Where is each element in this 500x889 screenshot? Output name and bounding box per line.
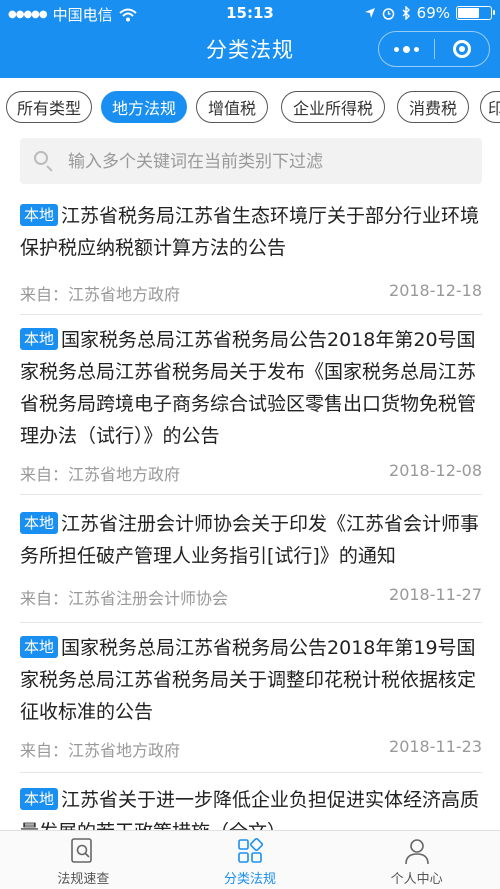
status-bar: ●●●●● 中国电信 15:13 69% bbox=[0, 0, 500, 26]
bottom-tab-quick-search[interactable]: 法规速查 bbox=[0, 831, 167, 889]
battery-icon bbox=[456, 6, 495, 20]
status-right: 69% bbox=[364, 4, 495, 22]
item-source: 来自：江苏省地方政府 bbox=[20, 465, 181, 484]
item-title: 本地 江苏省注册会计师协会关于印发《江苏省会计师事务所担任破产管理人业务指引[试行… bbox=[20, 508, 482, 572]
tab-local-regulations[interactable]: 地方法规 bbox=[101, 91, 187, 123]
category-icon bbox=[238, 837, 263, 863]
filter-input[interactable] bbox=[66, 146, 470, 178]
bluetooth-icon bbox=[402, 6, 410, 20]
tab-vat[interactable]: 增值税 bbox=[196, 91, 268, 123]
bottom-tab-label: 法规速查 bbox=[57, 872, 110, 887]
local-badge: 本地 bbox=[20, 512, 59, 534]
local-badge: 本地 bbox=[20, 788, 59, 810]
person-icon bbox=[404, 839, 429, 865]
tab-label: 消费税 bbox=[408, 99, 457, 118]
search-doc-icon bbox=[71, 838, 93, 863]
item-source: 来自：江苏省地方政府 bbox=[20, 285, 181, 304]
close-miniprogram-button[interactable] bbox=[435, 32, 490, 66]
item-divider bbox=[20, 772, 482, 773]
alarm-icon bbox=[382, 7, 394, 20]
bottom-tab-label: 个人中心 bbox=[390, 872, 443, 887]
item-meta: 来自：江苏省注册会计师协会 2018-11-27 bbox=[20, 585, 482, 609]
item-title: 本地江苏省关于进一步降低企业负担促进实体经济高质量发展的若干政策措施（全文） bbox=[20, 784, 482, 830]
list-item[interactable]: 本地 江苏省注册会计师协会关于印发《江苏省会计师事务所担任破产管理人业务指引[试行… bbox=[20, 508, 482, 624]
item-title-text: 江苏省注册会计师协会关于印发《江苏省会计师事务所担任破产管理人业务指引[试行]》… bbox=[20, 513, 480, 567]
list-item[interactable]: 本地 江苏省税务局江苏省生态环境厅关于部分行业环境保护税应纳税额计算方法的公告 来… bbox=[20, 200, 482, 316]
item-divider bbox=[20, 622, 482, 623]
item-source: 来自：江苏省地方政府 bbox=[20, 741, 181, 760]
tab-label: 企业所得税 bbox=[292, 99, 373, 118]
item-meta: 来自：江苏省地方政府 2018-12-18 bbox=[20, 281, 482, 305]
battery-fill bbox=[458, 8, 479, 18]
item-title: 本地 江苏省税务局江苏省生态环境厅关于部分行业环境保护税应纳税额计算方法的公告 bbox=[20, 200, 482, 264]
local-badge: 本地 bbox=[20, 636, 59, 658]
tab-label: 增值税 bbox=[207, 99, 256, 118]
tab-label: 地方法规 bbox=[111, 99, 176, 118]
more-button[interactable] bbox=[379, 32, 434, 66]
item-meta: 来自：江苏省地方政府 2018-12-08 bbox=[20, 461, 482, 485]
tab-all-types[interactable]: 所有类型 bbox=[6, 91, 92, 123]
item-source: 来自：江苏省注册会计师协会 bbox=[20, 589, 229, 608]
mini-program-capsule bbox=[378, 31, 490, 67]
tab-label: 所有类型 bbox=[16, 99, 81, 118]
filter-search-box bbox=[20, 138, 482, 184]
tab-consumption-tax[interactable]: 消费税 bbox=[397, 91, 469, 123]
bottom-tab-category[interactable]: 分类法规 bbox=[167, 831, 334, 889]
local-badge: 本地 bbox=[20, 328, 59, 350]
bottom-tab-bar: 法规速查 分类法规 个人中心 bbox=[0, 830, 500, 889]
top-bar: ●●●●● 中国电信 15:13 69% 分类法规 bbox=[0, 0, 500, 78]
target-icon bbox=[452, 40, 471, 58]
list-item[interactable]: 本地 国家税务总局江苏省税务局公告2018年第20号国家税务总局江苏省税务局关于发… bbox=[20, 324, 482, 496]
item-title: 本地 国家税务总局江苏省税务局公告2018年第20号国家税务总局江苏省税务局关于发… bbox=[20, 324, 482, 452]
item-date: 2018-11-23 bbox=[389, 737, 482, 756]
list-item[interactable]: 本地江苏省关于进一步降低企业负担促进实体经济高质量发展的若干政策措施（全文） bbox=[20, 784, 482, 830]
tab-corporate-income-tax[interactable]: 企业所得税 bbox=[281, 91, 385, 123]
item-title-text: 国家税务总局江苏省税务局公告2018年第20号国家税务总局江苏省税务局关于发布《… bbox=[20, 329, 477, 447]
battery-percent: 69% bbox=[416, 4, 450, 22]
item-title-text: 江苏省税务局江苏省生态环境厅关于部分行业环境保护税应纳税额计算方法的公告 bbox=[20, 205, 480, 259]
item-date: 2018-12-18 bbox=[389, 281, 482, 300]
tab-stamp-tax[interactable]: 印 bbox=[480, 91, 500, 123]
bottom-tab-label: 分类法规 bbox=[224, 872, 277, 887]
item-title: 本地 国家税务总局江苏省税务局公告2018年第19号国家税务总局江苏省税务局关于调… bbox=[20, 632, 482, 728]
category-tabs: 所有类型 地方法规 增值税 企业所得税 消费税 印 bbox=[0, 78, 500, 134]
location-arrow-icon bbox=[364, 8, 375, 18]
item-date: 2018-12-08 bbox=[389, 461, 482, 480]
tab-label: 印 bbox=[488, 99, 500, 118]
more-dots-icon bbox=[393, 45, 419, 53]
item-divider bbox=[20, 314, 482, 315]
bottom-tab-profile[interactable]: 个人中心 bbox=[333, 831, 500, 889]
item-divider bbox=[20, 494, 482, 495]
item-meta: 来自：江苏省地方政府 2018-11-23 bbox=[20, 737, 482, 761]
search-icon bbox=[34, 151, 48, 165]
item-title-text: 国家税务总局江苏省税务局公告2018年第19号国家税务总局江苏省税务局关于调整印… bbox=[20, 637, 477, 723]
local-badge: 本地 bbox=[20, 204, 59, 226]
item-title-text: 江苏省关于进一步降低企业负担促进实体经济高质量发展的若干政策措施（全文） bbox=[20, 789, 480, 830]
list-item[interactable]: 本地 国家税务总局江苏省税务局公告2018年第19号国家税务总局江苏省税务局关于调… bbox=[20, 632, 482, 773]
item-date: 2018-11-27 bbox=[389, 585, 482, 604]
